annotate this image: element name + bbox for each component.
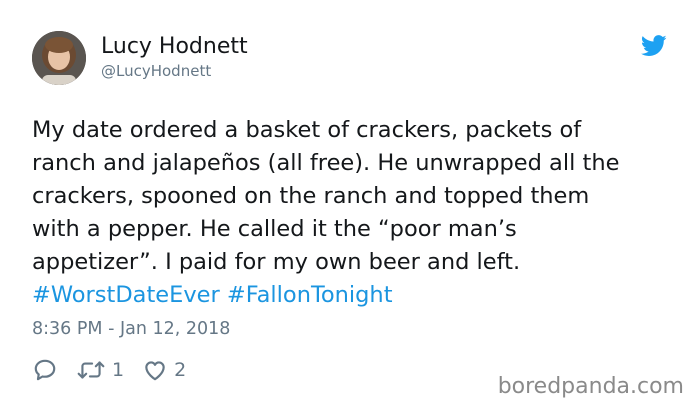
tweet-text-line: crackers, spooned on the ranch and toppe… [32, 183, 590, 209]
speech-bubble-icon [32, 357, 58, 383]
tweet-actions: 1 2 [32, 356, 204, 384]
like-button[interactable]: 2 [142, 357, 186, 383]
hashtag-link[interactable]: #FallonTonight [227, 282, 393, 308]
heart-icon [142, 357, 168, 383]
tweet-text-line: ranch and jalapeños (all free). He unwra… [32, 150, 620, 176]
tweet-text: My date ordered a basket of crackers, pa… [32, 114, 682, 312]
tweet-card: Lucy Hodnett @LucyHodnett My date ordere… [0, 0, 700, 413]
watermark: boredpanda.com [497, 374, 684, 399]
hashtag-line: #WorstDateEver #FallonTonight [32, 279, 682, 312]
tweet-timestamp[interactable]: 8:36 PM - Jan 12, 2018 [32, 317, 230, 341]
tweet-text-line: with a pepper. He called it the “poor ma… [32, 216, 517, 242]
like-count: 2 [174, 359, 187, 381]
tweet-text-line: My date ordered a basket of crackers, pa… [32, 117, 582, 143]
hashtag-link[interactable]: #WorstDateEver [32, 282, 220, 308]
avatar[interactable] [32, 31, 86, 85]
retweet-count: 1 [112, 359, 125, 381]
tweet-text-line: appetizer”. I paid for my own beer and l… [32, 249, 521, 275]
display-name[interactable]: Lucy Hodnett [101, 33, 248, 61]
retweet-button[interactable]: 1 [76, 357, 124, 383]
user-handle[interactable]: @LucyHodnett [101, 61, 211, 81]
retweet-icon [76, 357, 106, 383]
twitter-bird-icon[interactable] [640, 35, 667, 57]
reply-button[interactable] [32, 357, 58, 383]
